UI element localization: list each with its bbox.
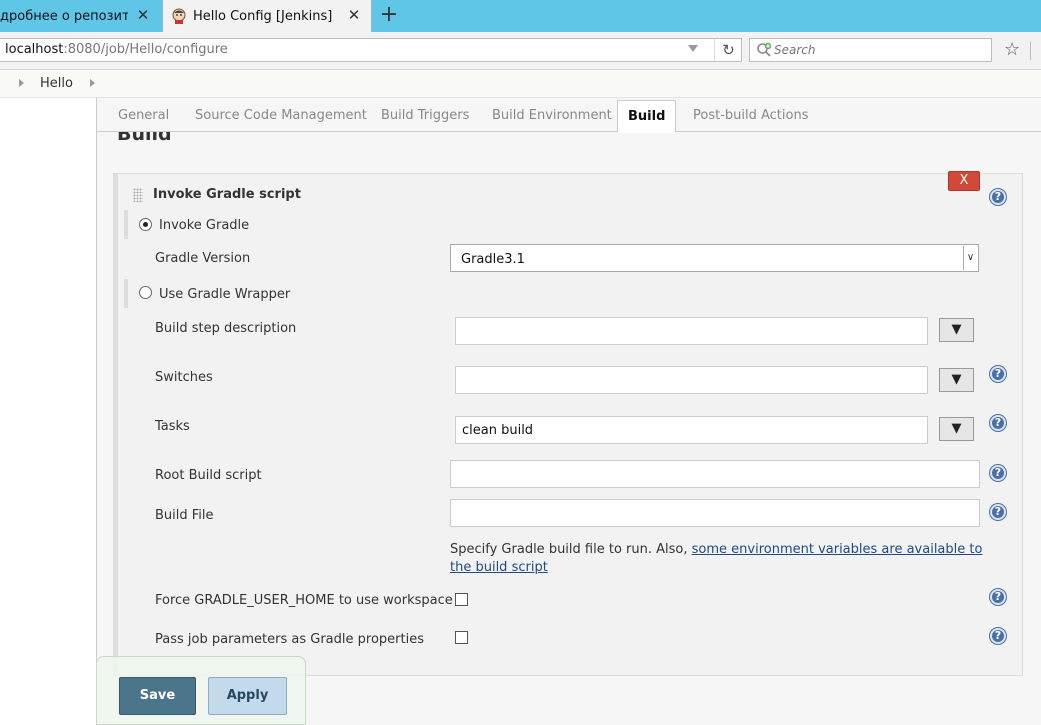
force-gradle-user-home-checkbox[interactable] <box>455 593 468 606</box>
tab-source-code-management[interactable]: Source Code Management <box>195 108 367 123</box>
delete-step-button[interactable]: X <box>948 171 980 191</box>
build-file-help-text: Specify Gradle build file to run. Also, … <box>450 542 983 575</box>
tab-general[interactable]: General <box>118 108 169 123</box>
tab-title: дробнее о репозитор… <box>0 8 128 24</box>
help-icon[interactable]: ? <box>990 465 1006 481</box>
side-panel <box>0 98 96 725</box>
tab-build[interactable]: Build <box>617 100 677 133</box>
tasks-label: Tasks <box>155 419 190 434</box>
toolbar-overflow[interactable] <box>1030 42 1041 60</box>
expand-textarea-button[interactable]: ▼ <box>939 368 974 392</box>
browser-tab-jenkins[interactable]: Hello Config [Jenkins] ✕ <box>162 0 372 32</box>
search-input[interactable] <box>774 39 984 61</box>
radio-block-marker <box>124 279 128 308</box>
help-icon[interactable]: ? <box>990 415 1006 431</box>
tab-build-environment[interactable]: Build Environment <box>492 108 612 123</box>
browser-tab-strip: дробнее о репозитор… ✕ Hello Config [Jen… <box>0 0 1041 32</box>
apply-button[interactable]: Apply <box>208 677 287 715</box>
search-bar[interactable] <box>749 38 992 62</box>
url-history-dropdown-icon[interactable] <box>688 45 698 52</box>
navigation-bar: localhost:8080/job/Hello/configure ↻ ☆ <box>0 32 1041 70</box>
drag-handle-icon[interactable] <box>133 188 143 202</box>
radio-block-marker <box>124 210 128 239</box>
tab-post-build-actions[interactable]: Post-build Actions <box>693 108 808 123</box>
expand-textarea-button[interactable]: ▼ <box>939 417 974 441</box>
help-icon[interactable]: ? <box>990 628 1006 644</box>
tasks-input[interactable] <box>455 416 928 444</box>
build-step-description-input[interactable] <box>455 317 928 345</box>
pass-job-parameters-label: Pass job parameters as Gradle properties <box>155 632 424 647</box>
url-text: localhost:8080/job/Hello/configure <box>5 42 228 57</box>
help-icon[interactable]: ? <box>990 589 1006 605</box>
config-form: Build General Source Code Management Bui… <box>96 98 1041 725</box>
gradle-version-select[interactable]: Gradle3.1 ∨ <box>450 244 979 272</box>
breadcrumb-arrow-icon[interactable] <box>19 79 24 87</box>
gradle-version-value: Gradle3.1 <box>461 252 525 267</box>
chevron-down-icon: ∨ <box>963 246 977 270</box>
switches-input[interactable] <box>455 366 928 394</box>
use-gradle-wrapper-radio[interactable] <box>139 286 152 299</box>
invoke-gradle-label: Invoke Gradle <box>159 218 250 233</box>
browser-tab-repo[interactable]: дробнее о репозитор… ✕ <box>0 0 160 32</box>
use-gradle-wrapper-label: Use Gradle Wrapper <box>159 287 291 302</box>
breadcrumb-arrow-icon[interactable] <box>90 79 95 87</box>
breadcrumb: Hello <box>0 71 1041 98</box>
root-build-script-input[interactable] <box>450 460 980 488</box>
save-button[interactable]: Save <box>119 677 196 715</box>
browser-window: { "browser": { "tabs": [ {"title": "дроб… <box>0 0 1041 725</box>
jenkins-favicon-icon <box>172 8 186 24</box>
build-step-description-label: Build step description <box>155 321 297 336</box>
build-file-input[interactable] <box>450 499 980 527</box>
pass-job-parameters-checkbox[interactable] <box>455 631 468 644</box>
gradle-version-label: Gradle Version <box>155 251 251 266</box>
root-build-script-label: Root Build script <box>155 468 262 483</box>
force-gradle-user-home-label: Force GRADLE_USER_HOME to use workspace <box>155 593 453 608</box>
url-bar[interactable]: localhost:8080/job/Hello/configure ↻ <box>0 38 742 62</box>
switches-label: Switches <box>155 370 213 385</box>
expand-textarea-button[interactable]: ▼ <box>939 318 974 342</box>
close-tab-icon[interactable]: ✕ <box>136 8 150 23</box>
help-icon[interactable]: ? <box>990 504 1006 520</box>
gradle-build-step: Invoke Gradle script X ? Invoke Gradle G… <box>113 171 1023 676</box>
search-engine-icon[interactable] <box>756 42 772 58</box>
tab-title: Hello Config [Jenkins] <box>193 8 333 24</box>
config-tab-bar: General Source Code Management Build Tri… <box>97 98 1041 133</box>
close-tab-icon[interactable]: ✕ <box>347 8 361 23</box>
step-title: Invoke Gradle script <box>153 187 301 202</box>
new-tab-icon[interactable]: + <box>378 4 400 27</box>
bookmark-star-icon[interactable]: ☆ <box>1004 40 1024 60</box>
help-icon[interactable]: ? <box>990 366 1006 382</box>
help-icon[interactable]: ? <box>990 189 1006 205</box>
tab-build-triggers[interactable]: Build Triggers <box>381 108 469 123</box>
invoke-gradle-radio[interactable] <box>139 218 152 231</box>
breadcrumb-item-hello[interactable]: Hello <box>40 76 73 91</box>
build-file-label: Build File <box>155 508 214 523</box>
reload-icon[interactable]: ↻ <box>714 39 742 61</box>
save-bar: Save Apply <box>96 656 306 725</box>
